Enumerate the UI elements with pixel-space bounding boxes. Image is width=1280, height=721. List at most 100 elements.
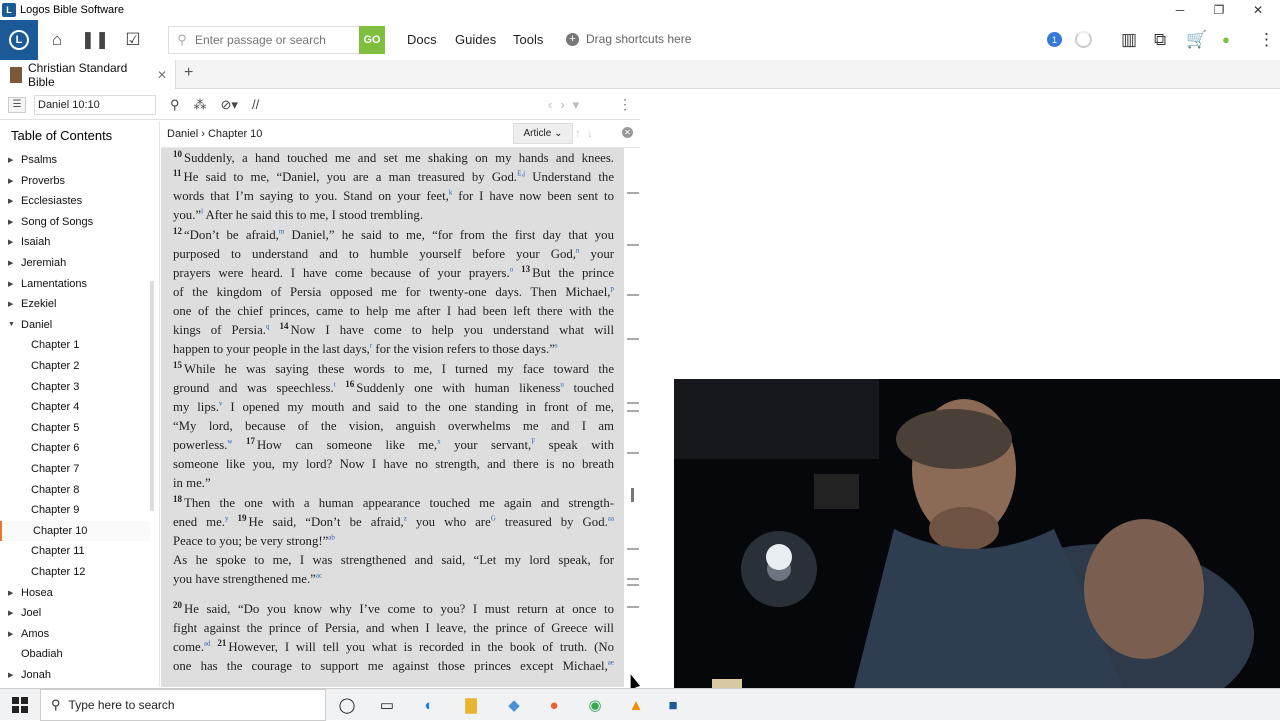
visual-filters-icon[interactable]: ⁂ bbox=[194, 97, 207, 113]
toc-item[interactable]: Chapter 7 bbox=[0, 459, 150, 479]
more-icon[interactable]: ⋮ bbox=[1258, 30, 1275, 50]
restore-button[interactable]: ❐ bbox=[1199, 0, 1239, 20]
footnote-marker[interactable]: aa bbox=[608, 515, 614, 523]
toc-item[interactable]: Chapter 1 bbox=[0, 335, 150, 355]
chevron-right-icon[interactable]: ▶ bbox=[8, 300, 18, 308]
library-icon[interactable]: ❚❚ bbox=[76, 20, 114, 60]
toc-item[interactable]: Chapter 4 bbox=[0, 397, 150, 417]
firefox-icon[interactable]: ● bbox=[543, 695, 565, 715]
guides-menu[interactable]: Guides bbox=[455, 32, 496, 47]
toc-item[interactable]: ▶ Psalms bbox=[0, 150, 150, 170]
footnote-marker[interactable]: ab bbox=[328, 534, 335, 542]
start-button[interactable] bbox=[0, 689, 40, 721]
breadcrumb-chapter[interactable]: Chapter 10 bbox=[208, 128, 262, 140]
footnote-marker[interactable]: q bbox=[266, 323, 270, 331]
toc-item[interactable]: ▶ Lamentations bbox=[0, 274, 150, 294]
panel-more-icon[interactable]: ⋮ bbox=[618, 96, 632, 113]
footnote-marker[interactable]: ae bbox=[608, 659, 614, 667]
minimize-button[interactable]: ─ bbox=[1160, 0, 1200, 20]
toc-item[interactable]: Chapter 8 bbox=[0, 480, 150, 500]
chrome-icon[interactable]: ◉ bbox=[584, 695, 606, 715]
view-mode-dropdown[interactable]: Article ⌄ bbox=[513, 123, 573, 144]
reference-box[interactable]: Daniel 10:10 bbox=[34, 94, 156, 115]
tab-christian-standard-bible[interactable]: Christian Standard Bible ✕ bbox=[0, 60, 176, 89]
panel-menu-icon[interactable]: ⧉ bbox=[1154, 30, 1166, 50]
breadcrumb-book[interactable]: Daniel bbox=[167, 128, 198, 140]
inline-search-icon[interactable]: ⊘▾ bbox=[221, 97, 238, 113]
toc-item[interactable]: ▶ Ecclesiastes bbox=[0, 191, 150, 211]
toc-item[interactable]: Chapter 12 bbox=[0, 562, 150, 582]
toc-item[interactable]: ▶ Proverbs bbox=[0, 171, 150, 191]
footnote-marker[interactable]: w bbox=[227, 438, 232, 446]
taskbar-search[interactable]: ⚲ Type here to search bbox=[40, 689, 326, 721]
app-icon[interactable]: ◆ bbox=[503, 695, 525, 715]
add-tab-icon[interactable]: + bbox=[184, 64, 193, 82]
toc-item[interactable]: ▶ Song of Songs bbox=[0, 212, 150, 232]
docs-menu[interactable]: Docs bbox=[407, 32, 437, 47]
parallel-resources-icon[interactable]: // bbox=[252, 97, 259, 112]
go-button[interactable]: GO bbox=[359, 26, 385, 54]
chevron-down-icon[interactable]: ▼ bbox=[8, 321, 18, 328]
task-view-icon[interactable]: ▭ bbox=[376, 695, 398, 715]
toc-item[interactable]: Chapter 6 bbox=[0, 438, 150, 458]
vlc-icon[interactable]: ▲ bbox=[625, 695, 647, 715]
chevron-right-icon[interactable]: ▶ bbox=[8, 630, 18, 638]
chevron-right-icon[interactable]: ▶ bbox=[8, 218, 18, 226]
chevron-right-icon[interactable]: ▶ bbox=[8, 156, 18, 164]
footnote-marker[interactable]: t bbox=[334, 381, 336, 389]
close-header-icon[interactable]: ✕ bbox=[622, 127, 633, 138]
toc-item[interactable]: ▶ Joel bbox=[0, 603, 150, 623]
scroll-arrows-icon[interactable]: ↑↓ bbox=[575, 126, 599, 140]
toc-item[interactable]: ▶ Amos bbox=[0, 624, 150, 644]
chevron-right-icon[interactable]: ▶ bbox=[8, 197, 18, 205]
footnote-marker[interactable]: E,j bbox=[517, 170, 525, 178]
toc-item[interactable]: ▶ Hosea bbox=[0, 583, 150, 603]
chevron-right-icon[interactable]: ▶ bbox=[8, 259, 18, 267]
sync-icon[interactable] bbox=[1075, 31, 1092, 48]
chevron-right-icon[interactable]: ▶ bbox=[8, 238, 18, 246]
toc-item[interactable]: ▼ Daniel bbox=[0, 315, 150, 335]
footnote-marker[interactable]: s bbox=[555, 342, 558, 350]
footnote-marker[interactable]: y bbox=[225, 515, 229, 523]
edge-icon[interactable]: ◐ bbox=[418, 695, 440, 715]
footnote-marker[interactable]: ac bbox=[316, 572, 322, 580]
chevron-right-icon[interactable]: ▶ bbox=[8, 280, 18, 288]
history-nav-icons[interactable]: ‹›▾ bbox=[548, 97, 587, 113]
toc-item[interactable]: Chapter 10 bbox=[0, 520, 150, 541]
bible-text-reader[interactable]: 10 Suddenly, a hand touched me and set me… bbox=[161, 148, 624, 687]
chevron-right-icon[interactable]: ▶ bbox=[8, 177, 18, 185]
toc-item[interactable]: Chapter 5 bbox=[0, 418, 150, 438]
toc-item[interactable]: ▶ Jonah bbox=[0, 665, 150, 685]
account-icon[interactable]: ● bbox=[1222, 32, 1230, 47]
file-explorer-icon[interactable]: ▇ bbox=[460, 695, 482, 715]
toc-item[interactable]: ▶ Jeremiah bbox=[0, 253, 150, 273]
chevron-right-icon[interactable]: ▶ bbox=[8, 589, 18, 597]
search-icon[interactable]: ⚲ bbox=[170, 97, 180, 113]
chevron-right-icon[interactable]: ▶ bbox=[8, 609, 18, 617]
chevron-right-icon[interactable]: ▶ bbox=[8, 671, 18, 679]
cart-icon[interactable]: 🛒 bbox=[1186, 30, 1207, 50]
toc-item[interactable]: Chapter 9 bbox=[0, 500, 150, 520]
toc-toggle-button[interactable]: ☰ bbox=[8, 96, 26, 113]
close-tab-icon[interactable]: ✕ bbox=[157, 68, 167, 82]
toc-item[interactable]: Chapter 11 bbox=[0, 541, 150, 561]
toc-scrollbar[interactable] bbox=[150, 281, 154, 511]
toc-item[interactable]: Chapter 2 bbox=[0, 356, 150, 376]
footnote-marker[interactable]: ad bbox=[204, 640, 211, 648]
passage-search-input[interactable] bbox=[195, 33, 355, 47]
toc-item[interactable]: ▶ Ezekiel bbox=[0, 294, 150, 314]
footnote-marker[interactable]: p bbox=[611, 285, 615, 293]
passage-search-box[interactable]: ⚲ bbox=[168, 26, 360, 54]
footnote-marker[interactable]: o bbox=[510, 266, 514, 274]
reader-scrollbar[interactable] bbox=[624, 148, 640, 687]
cortana-icon[interactable]: ◯ bbox=[336, 695, 358, 715]
logos-home-button[interactable]: L bbox=[0, 20, 38, 60]
notifications-badge[interactable]: 1 bbox=[1047, 32, 1062, 47]
shortcuts-bar[interactable]: + Drag shortcuts here bbox=[566, 32, 691, 46]
toc-item[interactable]: ▶ Isaiah bbox=[0, 232, 150, 252]
checklist-icon[interactable]: ☑ bbox=[114, 20, 152, 60]
tools-menu[interactable]: Tools bbox=[513, 32, 543, 47]
home-icon[interactable]: ⌂ bbox=[38, 20, 76, 60]
layouts-icon[interactable]: ▥ bbox=[1121, 30, 1137, 50]
toc-item[interactable]: Obadiah bbox=[0, 644, 150, 664]
